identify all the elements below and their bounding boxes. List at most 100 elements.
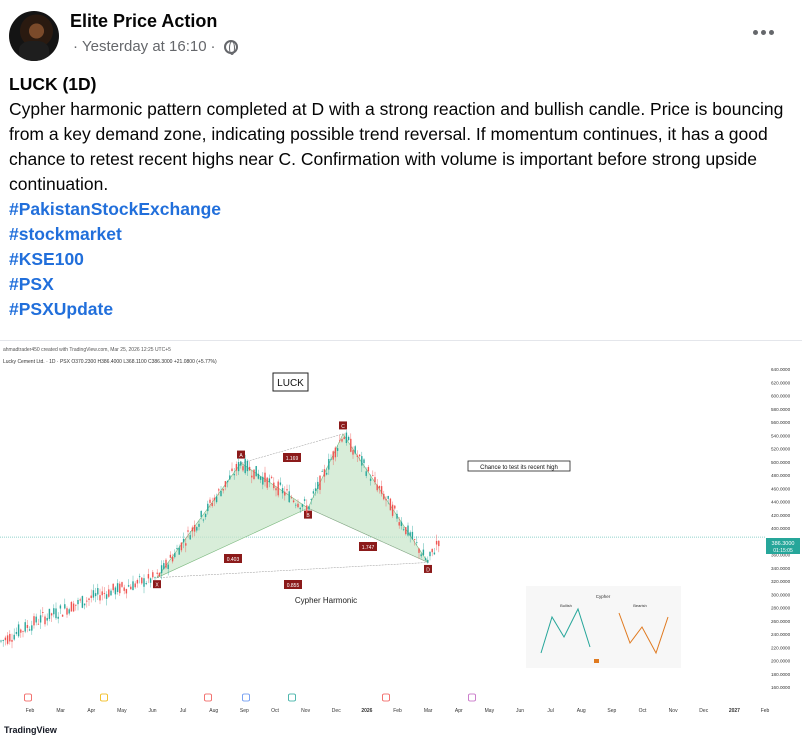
candle-body [50,613,53,616]
candle-body [141,577,143,584]
candle-body [154,577,156,579]
candle-body [17,624,20,637]
candle-body [145,582,147,585]
y-tick-label: 300.0000 [771,592,791,597]
candle-body [314,488,317,491]
x-tick-label: Dec [332,708,341,714]
post-timestamp[interactable]: Yesterday at 16:10 [82,38,207,55]
y-tick-label: 460.0000 [771,486,791,491]
candle-body [185,543,187,546]
more-options-button[interactable] [748,20,778,44]
avatar[interactable] [9,11,59,61]
ratio-label-xd: 0.855 [284,580,302,589]
candle-body [433,552,436,555]
meta-separator: · [73,38,78,55]
candle-body [435,540,438,545]
x-tick-label: Aug [577,708,586,714]
candle-body [55,608,57,619]
candle-body [281,488,284,494]
candle-body [70,602,73,612]
y-tick-label: 440.0000 [771,500,791,505]
author-name[interactable]: Elite Price Action [70,11,217,32]
candle-body [248,466,251,471]
candle-body [255,466,257,477]
candle-body [244,458,246,474]
point-x-label: X [153,580,161,589]
hashtag-link[interactable]: #PSXUpdate [9,297,789,322]
x-tick-label: Aug [209,708,218,714]
x-tick-label: 2026 [361,708,372,714]
pattern-name-label: Cypher Harmonic [295,596,357,605]
candle-body [277,481,279,496]
y-tick-label: 340.0000 [771,566,791,571]
y-axis: 640.0000 620.0000 600.0000 580.0000 560.0000… [771,367,791,690]
candle-body [204,513,207,518]
inset-bearish-label: Bearish [633,603,647,608]
candle-body [352,450,354,455]
candle-body [292,500,295,503]
candle-body [405,527,407,535]
candle-body [97,588,99,595]
candle-body [189,535,191,540]
candle-body [284,491,286,496]
candle-body [79,599,81,601]
candle-body [24,622,26,632]
y-tick-label: 480.0000 [771,473,791,478]
candle-body [86,600,88,602]
point-d-label: D [424,564,432,573]
candle-body [422,549,425,556]
candle-body [64,604,66,609]
x-tick-label: Jul [180,708,186,714]
candle-body [171,556,174,562]
hashtag-link[interactable]: #PSX [9,272,789,297]
point-label-text: D [426,567,430,573]
post-title: LUCK (1D) [9,74,97,94]
candle-body [356,455,359,457]
y-tick-label: 320.0000 [771,579,791,584]
candle-body [147,574,150,579]
x-tick-label: May [485,708,495,714]
candle-body [222,488,224,491]
candle-body [127,585,130,587]
price-tag: 386.3000 01:15:05 [766,538,800,554]
candle-body [295,504,297,506]
candle-body [215,496,218,503]
candle-body [358,454,361,457]
hashtag-link[interactable]: #KSE100 [9,247,789,272]
candle-body [266,477,268,488]
hashtag-link[interactable]: #PakistanStockExchange [9,197,789,222]
candle-body [424,558,427,561]
candle-body [83,603,86,606]
candle-body [345,432,348,444]
candle-body [81,596,84,608]
candle-body [251,475,253,478]
post-header: Elite Price Action · Yesterday at 16:10 … [0,0,802,66]
candle-body [290,497,293,499]
chart-image[interactable]: ahmadtrader450 created with TradingView.… [0,340,802,739]
candle-body [136,579,139,584]
x-tick-label: Apr [87,708,95,714]
candle-body [407,525,409,536]
hashtag-link[interactable]: #stockmarket [9,222,789,247]
candle-body [402,529,405,531]
candle-body [429,551,431,557]
point-b-label: B [304,510,312,519]
candle-body [286,489,288,491]
candle-body [372,475,374,476]
x-tick-label: Feb [761,708,770,714]
candle-body [233,474,235,476]
candle-body [182,538,185,543]
x-tick-label: Jul [547,708,553,714]
candle-body [310,499,312,500]
candle-body [48,608,51,619]
candle-body [308,506,310,510]
candle-body [209,499,211,503]
candle-body [143,578,145,587]
candle-body [165,559,167,568]
candle-body [347,436,350,441]
candle-body [330,458,332,460]
candle-body [191,527,194,532]
candle-body [411,531,414,540]
candle-body [193,524,196,532]
candle-body [119,583,121,594]
